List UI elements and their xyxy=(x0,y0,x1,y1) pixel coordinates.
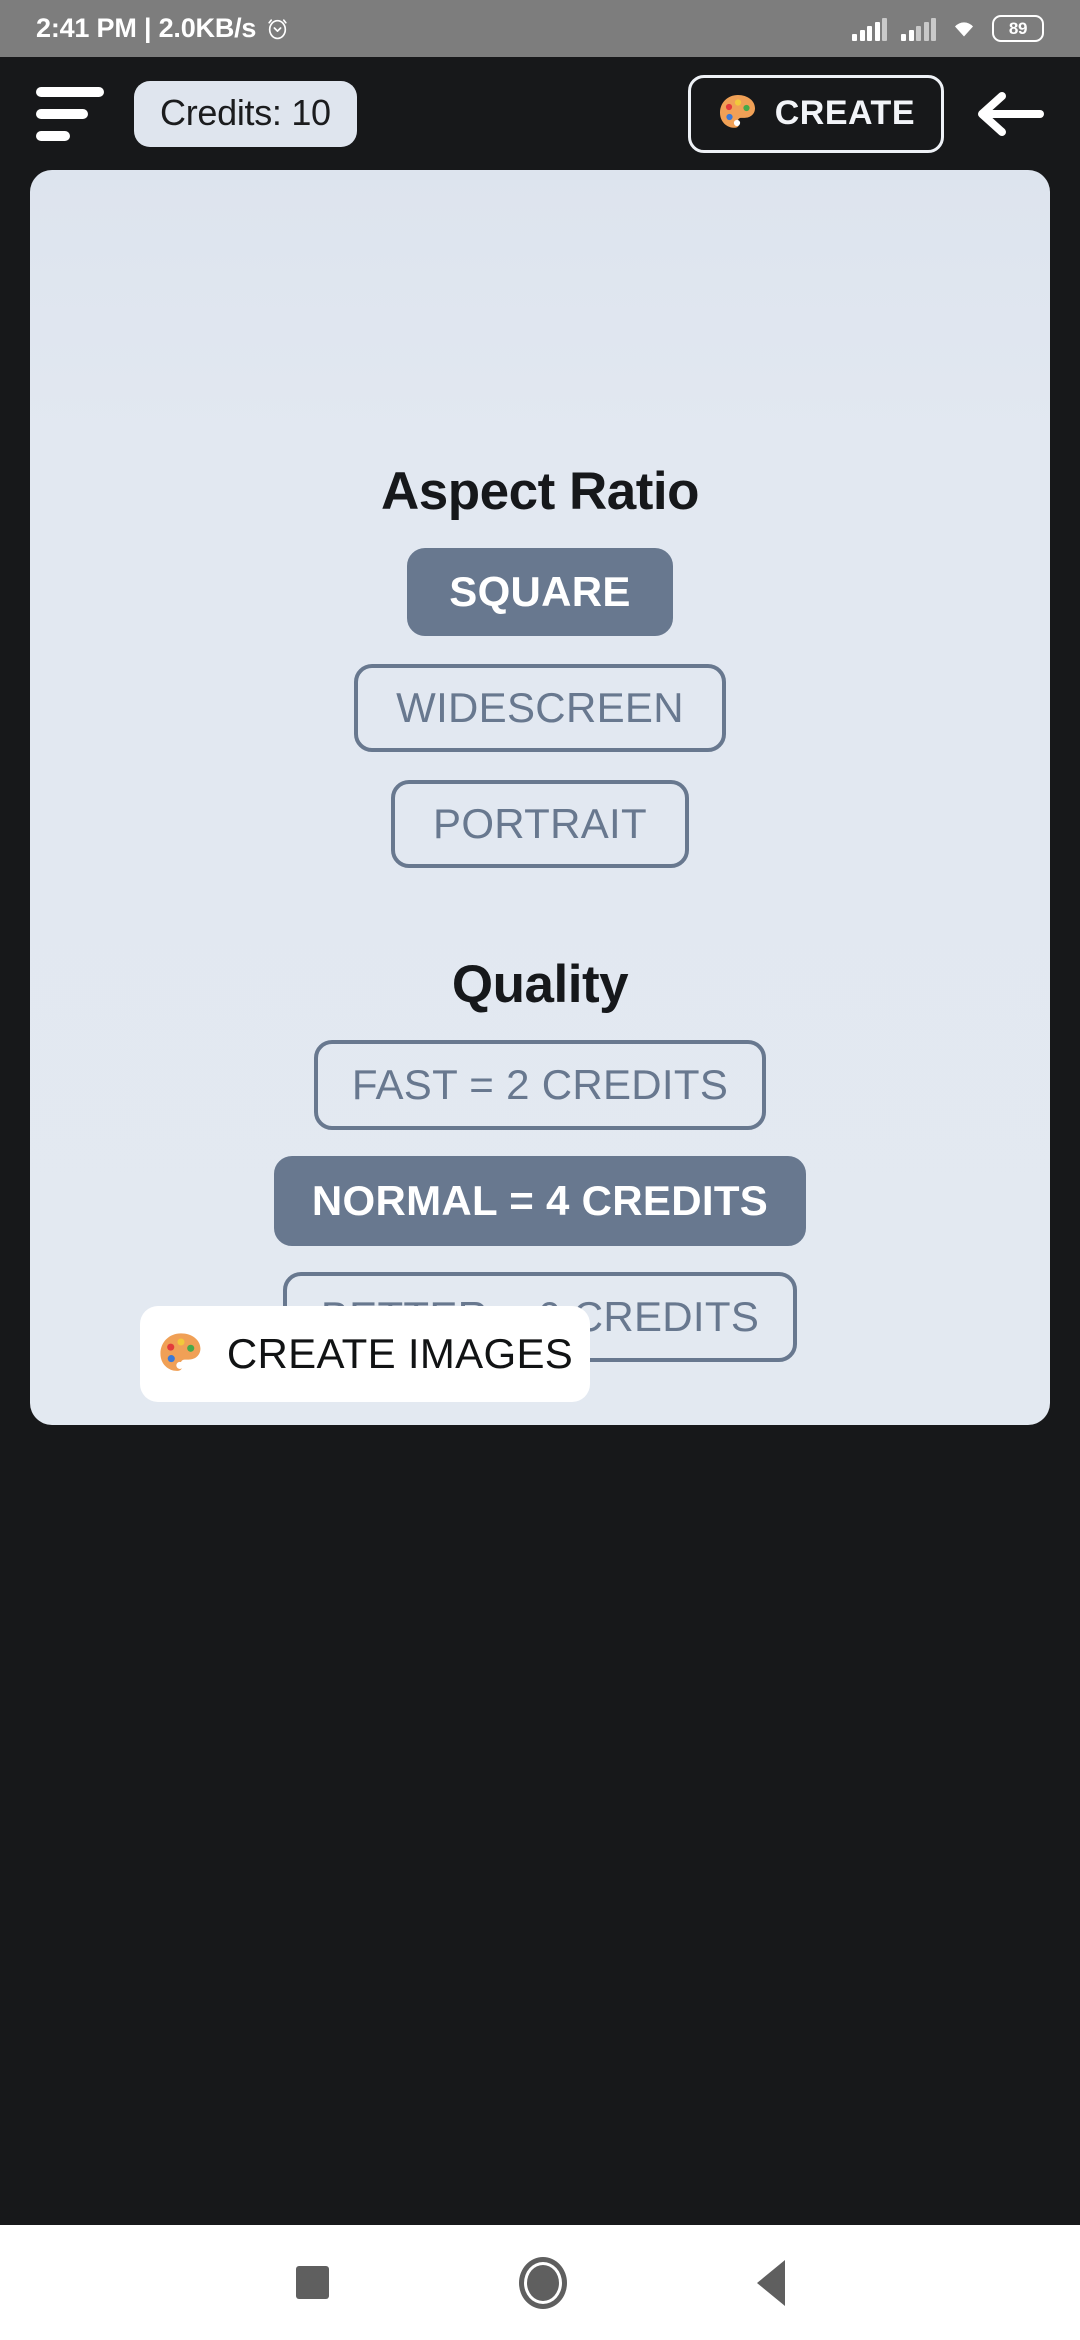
quality-heading: Quality xyxy=(451,955,629,1014)
settings-card: Aspect Ratio SQUARE WIDESCREEN PORTRAIT … xyxy=(30,170,1050,1425)
triangle-back-icon[interactable] xyxy=(756,2259,785,2306)
cellular-signal-icon xyxy=(852,17,887,41)
palette-icon xyxy=(717,92,759,134)
square-recents-icon[interactable] xyxy=(295,2266,329,2299)
status-time-network: 2:41 PM | 2.0KB/s xyxy=(36,13,257,43)
hamburger-menu-icon[interactable] xyxy=(36,86,106,142)
create-button-label: CREATE xyxy=(774,93,915,132)
app-bar: Credits: 10 CREATE xyxy=(0,57,1080,170)
create-images-button[interactable]: CREATE IMAGES xyxy=(140,1306,590,1402)
aspect-ratio-heading: Aspect Ratio xyxy=(381,462,699,521)
cellular-signal-icon xyxy=(901,17,936,41)
alarm-clock-icon xyxy=(265,16,290,41)
aspect-ratio-option-portrait[interactable]: PORTRAIT xyxy=(391,780,689,868)
circle-home-icon[interactable] xyxy=(518,2256,567,2309)
option-label: FAST = 2 CREDITS xyxy=(351,1061,729,1108)
option-label: PORTRAIT xyxy=(433,800,647,847)
aspect-ratio-options: SQUARE WIDESCREEN PORTRAIT xyxy=(30,548,1050,896)
quality-option-fast[interactable]: FAST = 2 CREDITS xyxy=(313,1040,767,1130)
arrow-left-icon[interactable] xyxy=(974,86,1044,142)
wifi-icon xyxy=(950,17,978,41)
status-bar-left: 2:41 PM | 2.0KB/s xyxy=(36,15,852,42)
battery-indicator: 89 xyxy=(992,15,1044,42)
menu-line xyxy=(36,130,70,141)
credits-badge: Credits: 10 xyxy=(134,80,357,147)
create-images-label: CREATE IMAGES xyxy=(226,1330,574,1377)
status-bar-right: 89 xyxy=(852,15,1044,42)
phone-screen: 2:41 PM | 2.0KB/s 89 Credits: 10 CREATE … xyxy=(0,0,1080,2340)
aspect-ratio-option-square[interactable]: SQUARE xyxy=(407,548,673,636)
status-bar: 2:41 PM | 2.0KB/s 89 xyxy=(0,0,1080,57)
android-navigation-bar xyxy=(0,2225,1080,2340)
aspect-ratio-option-widescreen[interactable]: WIDESCREEN xyxy=(354,664,726,752)
option-label: WIDESCREEN xyxy=(396,684,684,731)
menu-line xyxy=(36,108,88,119)
option-label: SQUARE xyxy=(449,568,631,615)
create-button[interactable]: CREATE xyxy=(687,74,944,153)
menu-line xyxy=(36,86,104,97)
option-label: NORMAL = 4 CREDITS xyxy=(311,1177,769,1224)
quality-option-normal[interactable]: NORMAL = 4 CREDITS xyxy=(273,1156,807,1246)
palette-icon xyxy=(157,1330,205,1378)
